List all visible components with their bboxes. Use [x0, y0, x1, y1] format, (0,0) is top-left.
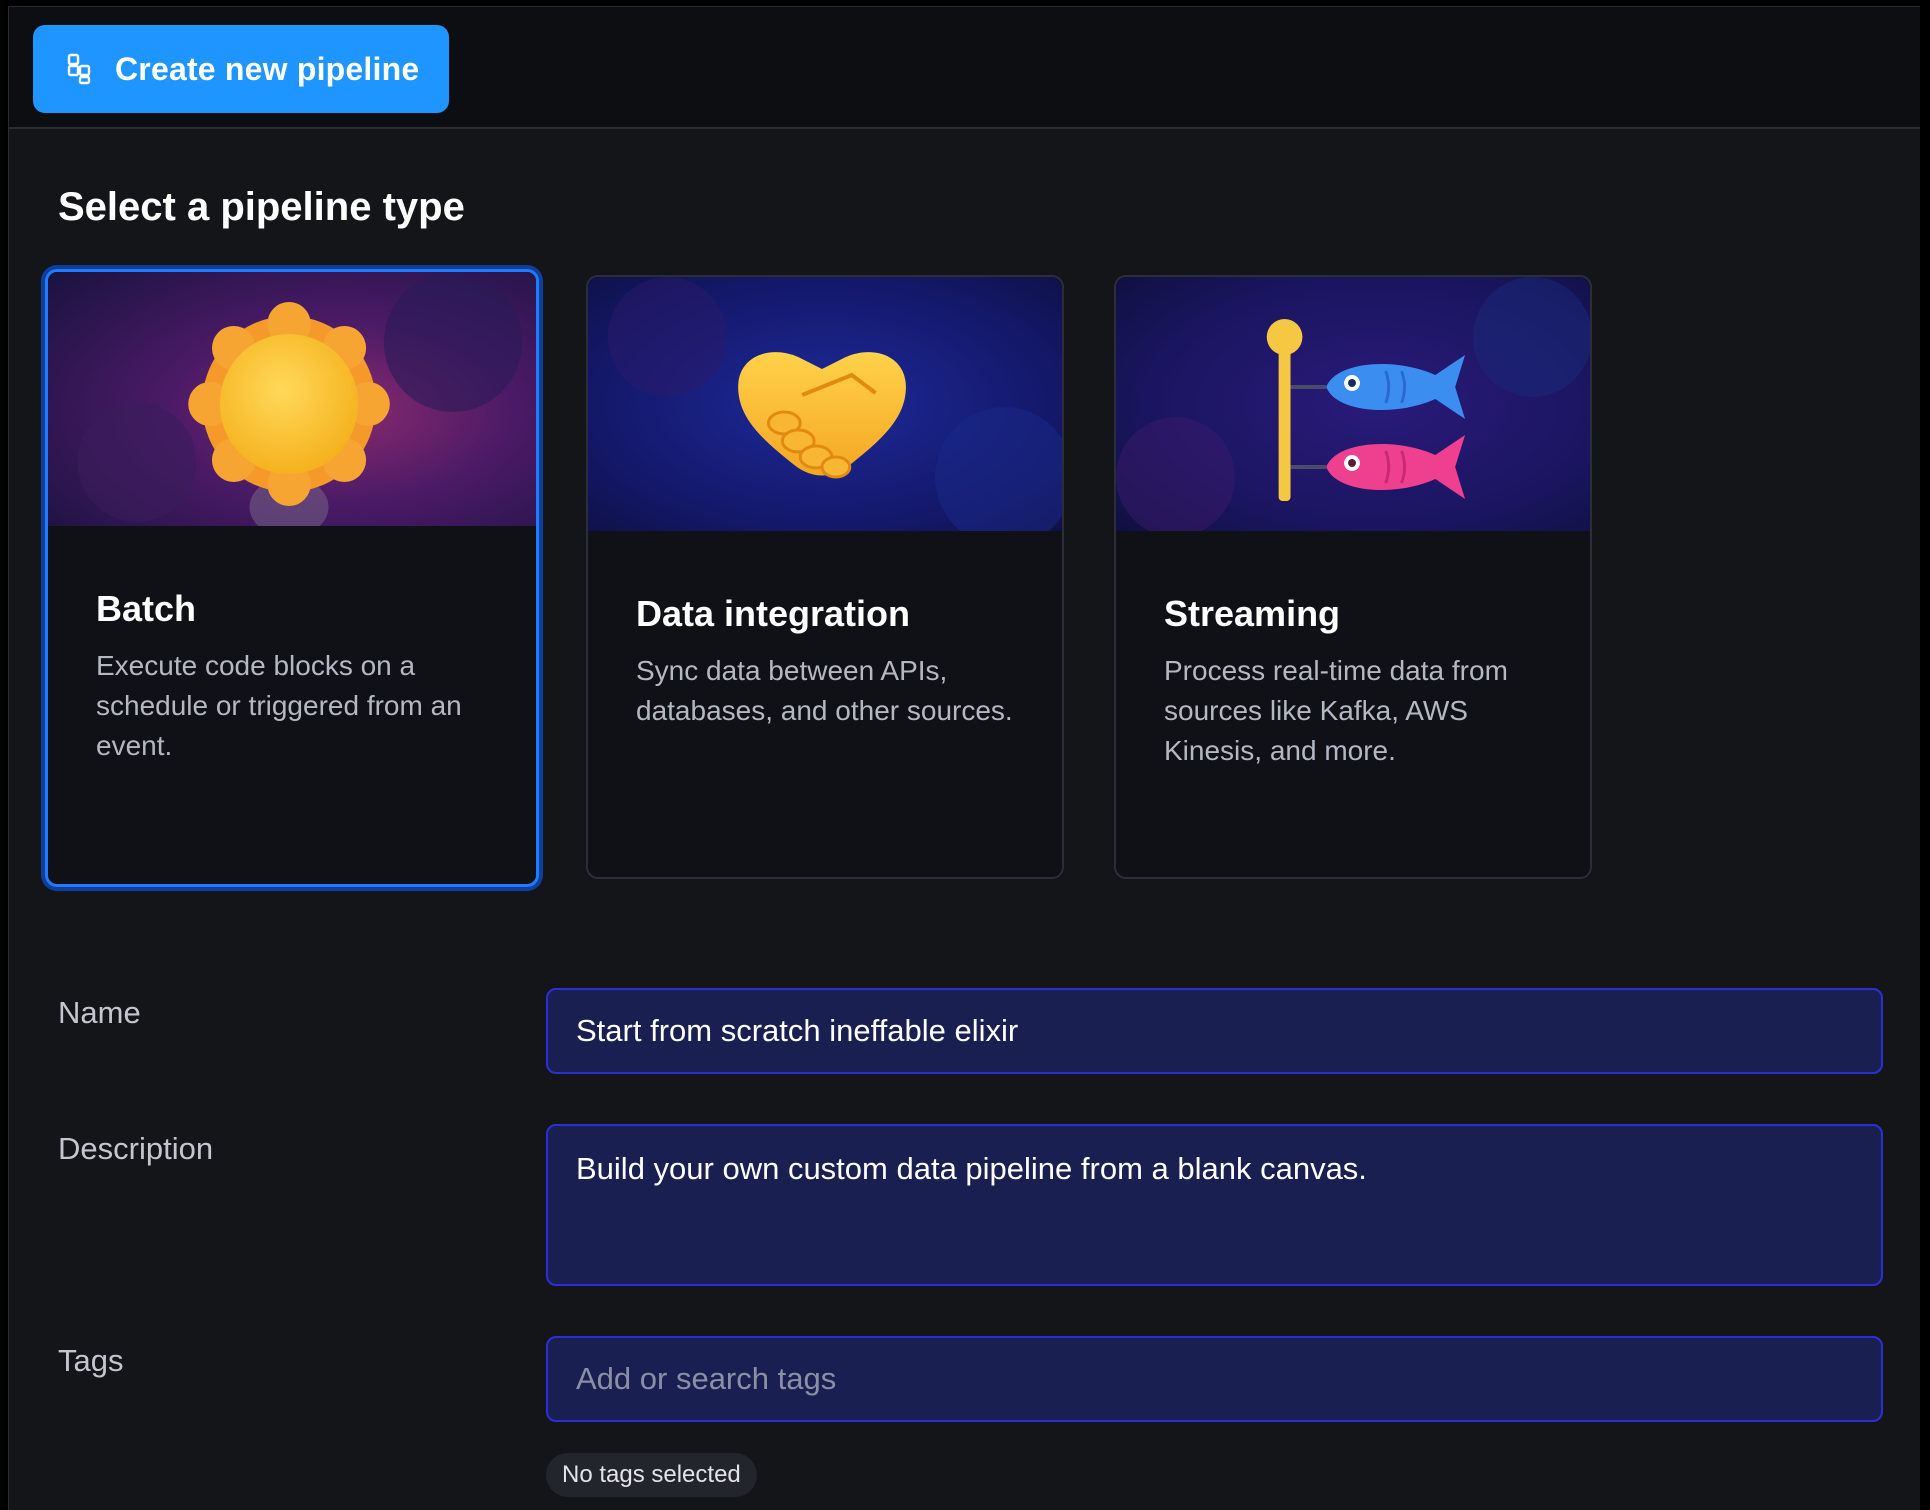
name-input[interactable]: Start from scratch ineffable elixir	[546, 988, 1883, 1074]
description-textarea[interactable]: Build your own custom data pipeline from…	[546, 1124, 1883, 1286]
carp-streamer-icon	[1116, 277, 1590, 531]
card-description: Execute code blocks on a schedule or tri…	[96, 650, 462, 761]
card-description: Sync data between APIs, databases, and o…	[636, 655, 1013, 726]
no-tags-badge: No tags selected	[546, 1453, 757, 1497]
handshake-icon	[588, 277, 1062, 531]
pipeline-type-card-batch[interactable]: Batch Execute code blocks on a schedule …	[45, 269, 539, 887]
header-bar: Create new pipeline	[9, 7, 1920, 129]
pipeline-type-card-streaming[interactable]: Streaming Process real-time data from so…	[1114, 275, 1592, 879]
card-description: Process real-time data from sources like…	[1164, 655, 1508, 766]
tags-search-input[interactable]: Add or search tags	[546, 1336, 1883, 1422]
pipeline-icon	[65, 51, 93, 87]
create-new-pipeline-label: Create new pipeline	[115, 50, 420, 87]
card-title: Data integration	[636, 593, 911, 634]
card-title: Streaming	[1164, 593, 1341, 634]
sun-icon	[48, 272, 536, 526]
card-title: Batch	[96, 588, 197, 629]
create-pipeline-panel: Create new pipeline Select a pipeline ty…	[8, 6, 1920, 1510]
name-label: Name	[58, 995, 141, 1030]
description-label: Description	[58, 1131, 214, 1166]
create-new-pipeline-button[interactable]: Create new pipeline	[33, 25, 449, 113]
section-title: Select a pipeline type	[58, 185, 465, 229]
tags-label: Tags	[58, 1343, 124, 1378]
pipeline-type-card-data-integration[interactable]: Data integration Sync data between APIs,…	[586, 275, 1064, 879]
